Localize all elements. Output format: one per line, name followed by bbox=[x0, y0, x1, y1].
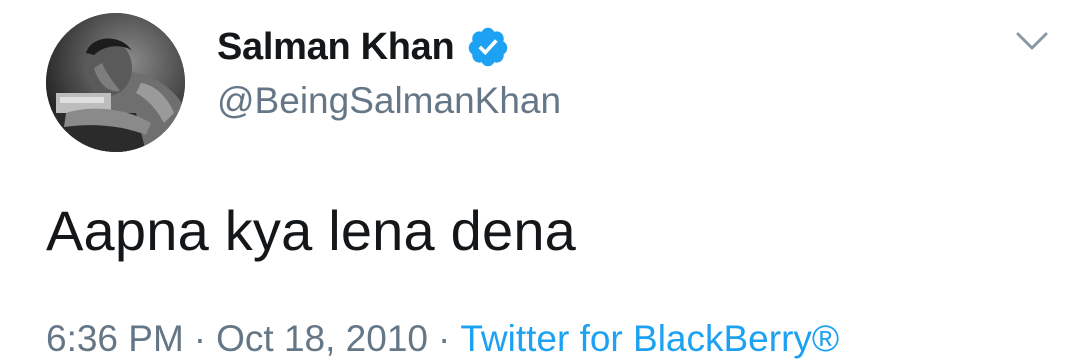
chevron-down-icon[interactable] bbox=[1012, 26, 1052, 56]
tweet-date[interactable]: Oct 18, 2010 bbox=[216, 318, 428, 359]
tweet-metadata: 6:36 PM · Oct 18, 2010 · Twitter for BlackBe… bbox=[46, 318, 839, 360]
author-name-row[interactable]: Salman Khan bbox=[217, 24, 510, 70]
profile-photo bbox=[46, 13, 185, 152]
tweet-card: Salman Khan @BeingSalmanKhan Aapna kya l… bbox=[0, 0, 1080, 360]
author-handle[interactable]: @BeingSalmanKhan bbox=[217, 80, 561, 122]
avatar[interactable] bbox=[46, 13, 185, 152]
meta-separator: · bbox=[193, 318, 207, 359]
display-name[interactable]: Salman Khan bbox=[217, 26, 455, 69]
verified-badge-icon bbox=[466, 25, 510, 69]
tweet-source-link[interactable]: Twitter for BlackBerry® bbox=[460, 318, 839, 359]
tweet-time[interactable]: 6:36 PM bbox=[46, 318, 184, 359]
meta-separator: · bbox=[438, 318, 451, 359]
tweet-text: Aapna kya lena dena bbox=[46, 199, 577, 262]
